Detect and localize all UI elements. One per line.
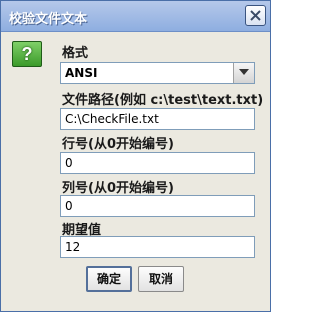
ok-button[interactable]: 确定 <box>86 266 132 292</box>
chevron-down-icon <box>239 69 249 75</box>
format-dropdown-button[interactable] <box>233 63 254 83</box>
column-number-input[interactable]: 0 <box>60 195 255 217</box>
format-label: 格式 <box>62 46 89 61</box>
title-bar[interactable]: 校验文件文本 <box>1 1 270 32</box>
close-icon <box>250 10 261 21</box>
expected-value-input[interactable]: 12 <box>60 236 255 258</box>
dialog-title: 校验文件文本 <box>9 12 88 27</box>
line-number-input[interactable]: 0 <box>60 152 255 174</box>
line-number-label: 行号(从0开始编号) <box>62 137 174 152</box>
path-input[interactable]: C:\CheckFile.txt <box>60 108 255 130</box>
format-dropdown[interactable]: ANSI <box>60 62 255 84</box>
column-number-label: 列号(从0开始编号) <box>62 181 174 196</box>
path-label: 文件路径(例如 c:\test\text.txt) <box>62 93 264 108</box>
format-selected-value: ANSI <box>65 66 98 80</box>
cancel-button[interactable]: 取消 <box>138 266 184 292</box>
question-icon: ? <box>12 41 42 67</box>
close-button[interactable] <box>245 5 266 26</box>
